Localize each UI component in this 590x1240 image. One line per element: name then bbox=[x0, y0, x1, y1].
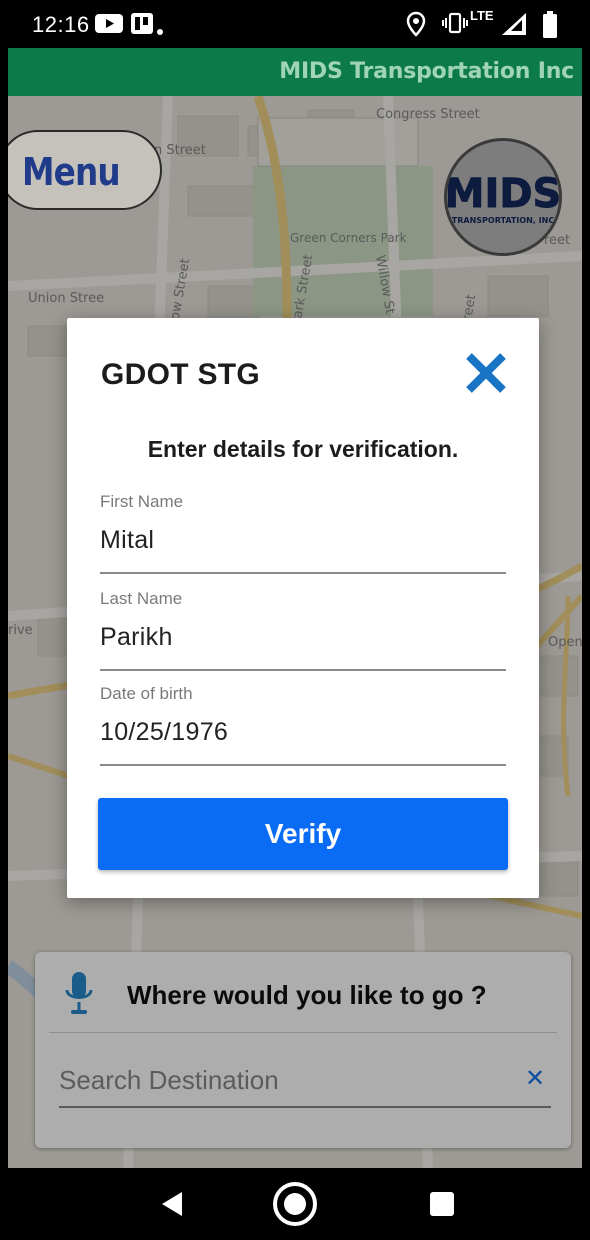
date-of-birth-input[interactable] bbox=[100, 712, 506, 752]
logo-text: MIDS bbox=[447, 171, 559, 217]
youtube-icon bbox=[94, 11, 124, 40]
clear-search-icon[interactable]: ✕ bbox=[525, 1064, 545, 1093]
location-icon bbox=[406, 11, 426, 42]
app-title: MIDS Transportation Inc bbox=[279, 59, 574, 84]
menu-button[interactable]: Menu bbox=[8, 130, 162, 210]
logo-subtext: TRANSPORTATION, INC bbox=[452, 216, 555, 225]
network-type: LTE bbox=[470, 8, 494, 23]
first-name-input[interactable] bbox=[100, 520, 506, 560]
trello-icon bbox=[130, 11, 154, 40]
company-logo: MIDS TRANSPORTATION, INC bbox=[444, 138, 562, 256]
close-icon[interactable] bbox=[461, 348, 511, 398]
dialog-subtitle: Enter details for verification. bbox=[147, 436, 459, 462]
dialog-title: GDOT STG bbox=[101, 358, 261, 391]
first-name-field[interactable]: First Name bbox=[100, 492, 506, 588]
destination-question: Where would you like to go ? bbox=[127, 980, 487, 1010]
last-name-input[interactable] bbox=[100, 617, 506, 657]
app-header: MIDS Transportation Inc bbox=[8, 48, 582, 96]
date-of-birth-field[interactable]: Date of birth bbox=[100, 684, 506, 780]
status-time: 12:16 bbox=[32, 12, 90, 37]
home-icon[interactable] bbox=[255, 1168, 335, 1240]
last-name-underline bbox=[100, 669, 506, 671]
status-bar: 12:16 LTE bbox=[8, 0, 582, 48]
battery-icon bbox=[542, 11, 558, 44]
verification-dialog: GDOT STG Enter details for verification.… bbox=[67, 318, 539, 898]
date-of-birth-underline bbox=[100, 764, 506, 766]
dot-icon bbox=[157, 22, 163, 40]
menu-button-label: Menu bbox=[22, 150, 121, 194]
phone-screen: 12:16 LTE MIDS Transportation Inc Congre… bbox=[8, 0, 582, 1240]
back-icon[interactable] bbox=[132, 1168, 212, 1240]
navigation-bar bbox=[8, 1168, 582, 1240]
last-name-label: Last Name bbox=[100, 589, 183, 608]
card-divider bbox=[49, 1032, 557, 1033]
microphone-icon[interactable] bbox=[63, 964, 95, 1018]
first-name-underline bbox=[100, 572, 506, 574]
recents-icon[interactable] bbox=[402, 1168, 482, 1240]
vibrate-icon bbox=[442, 11, 468, 40]
date-of-birth-label: Date of birth bbox=[100, 684, 193, 703]
last-name-field[interactable]: Last Name bbox=[100, 589, 506, 685]
destination-card: Where would you like to go ? ✕ bbox=[35, 952, 571, 1148]
verify-button[interactable]: Verify bbox=[98, 798, 508, 870]
search-underline bbox=[59, 1106, 551, 1108]
first-name-label: First Name bbox=[100, 492, 184, 511]
signal-icon bbox=[498, 11, 528, 42]
search-destination-input[interactable] bbox=[59, 1056, 529, 1104]
